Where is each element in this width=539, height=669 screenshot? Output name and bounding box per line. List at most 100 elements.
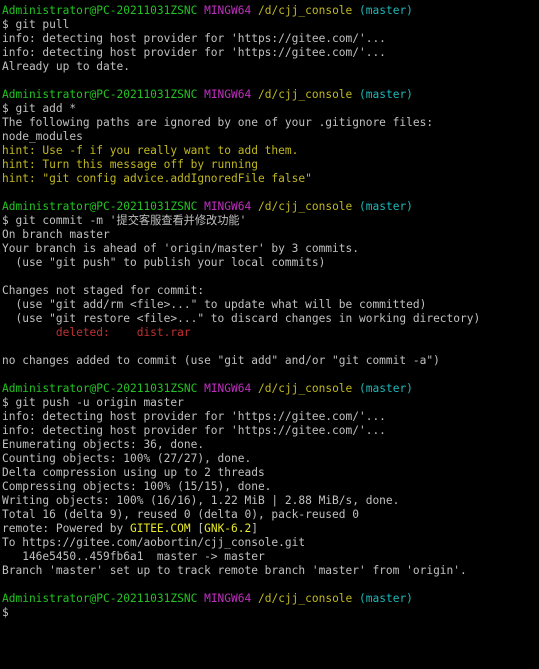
terminal-text-segment: hint: Turn this message off by running bbox=[2, 158, 258, 171]
terminal-line: Administrator@PC-20211031ZSNC MINGW64 /d… bbox=[2, 88, 539, 102]
terminal-text-segment: (master) bbox=[359, 88, 413, 101]
terminal-text-segment: (master) bbox=[359, 200, 413, 213]
terminal-line: (use "git push" to publish your local co… bbox=[2, 256, 539, 270]
terminal-line: deleted: dist.rar bbox=[2, 326, 539, 340]
terminal-line: $ bbox=[2, 606, 539, 620]
terminal-line: Changes not staged for commit: bbox=[2, 284, 539, 298]
terminal-text-segment: $ git add * bbox=[2, 102, 77, 115]
terminal-text-segment: ] bbox=[251, 522, 258, 535]
terminal-text-segment: info: detecting host provider for 'https… bbox=[2, 410, 386, 423]
terminal-text-segment: GNK-6.2 bbox=[204, 522, 252, 535]
terminal-text-segment: /d/cjj_console bbox=[257, 382, 353, 395]
terminal-text-segment: Branch 'master' set up to track remote b… bbox=[2, 564, 467, 577]
terminal-text-segment: MINGW64 bbox=[204, 88, 252, 101]
terminal-text-segment: Total 16 (delta 9), reused 0 (delta 0), … bbox=[2, 508, 359, 521]
terminal-text-segment: Counting objects: 100% (27/27), done. bbox=[2, 452, 252, 465]
terminal-line: Compressing objects: 100% (15/15), done. bbox=[2, 480, 539, 494]
terminal-text-segment: Administrator@PC-20211031ZSNC bbox=[2, 4, 198, 17]
terminal-text-segment: /d/cjj_console bbox=[257, 592, 353, 605]
terminal-text-segment: Administrator@PC-20211031ZSNC bbox=[2, 200, 198, 213]
terminal-text-segment: $ git push -u origin master bbox=[2, 396, 184, 409]
terminal-text-segment: info: detecting host provider for 'https… bbox=[2, 32, 386, 45]
terminal-text-segment: MINGW64 bbox=[204, 592, 252, 605]
terminal-line: (use "git add/rm <file>..." to update wh… bbox=[2, 298, 539, 312]
terminal-text-segment: /d/cjj_console bbox=[257, 88, 353, 101]
terminal-text-segment: 146e5450..459fb6a1 master -> master bbox=[2, 550, 265, 563]
terminal-line: info: detecting host provider for 'https… bbox=[2, 424, 539, 438]
terminal-text-segment: deleted: dist.rar bbox=[2, 326, 191, 339]
terminal-line: Administrator@PC-20211031ZSNC MINGW64 /d… bbox=[2, 200, 539, 214]
terminal-text-segment: /d/cjj_console bbox=[257, 200, 353, 213]
terminal-line: $ git commit -m '提交客服查看并修改功能' bbox=[2, 214, 539, 228]
terminal-text-segment: Your branch is ahead of 'origin/master' … bbox=[2, 242, 359, 255]
terminal-line: node_modules bbox=[2, 130, 539, 144]
terminal-text-segment: Writing objects: 100% (16/16), 1.22 MiB … bbox=[2, 494, 400, 507]
terminal-text-segment: /d/cjj_console bbox=[257, 4, 353, 17]
terminal-line: info: detecting host provider for 'https… bbox=[2, 32, 539, 46]
terminal-text-segment: no changes added to commit (use "git add… bbox=[2, 354, 440, 367]
terminal-line: Branch 'master' set up to track remote b… bbox=[2, 564, 539, 578]
terminal-line: hint: Turn this message off by running bbox=[2, 158, 539, 172]
terminal-text-segment: (master) bbox=[359, 382, 413, 395]
terminal-text-segment: On branch master bbox=[2, 228, 110, 241]
terminal-line: info: detecting host provider for 'https… bbox=[2, 46, 539, 60]
terminal-line: $ git pull bbox=[2, 18, 539, 32]
terminal-line: 146e5450..459fb6a1 master -> master bbox=[2, 550, 539, 564]
terminal-line: To https://gitee.com/aobortin/cjj_consol… bbox=[2, 536, 539, 550]
terminal-line: info: detecting host provider for 'https… bbox=[2, 410, 539, 424]
terminal-line: The following paths are ignored by one o… bbox=[2, 116, 539, 130]
terminal-line: Administrator@PC-20211031ZSNC MINGW64 /d… bbox=[2, 4, 539, 18]
terminal-text-segment: $ git commit -m '提交客服查看并修改功能' bbox=[2, 214, 247, 227]
terminal-line: no changes added to commit (use "git add… bbox=[2, 354, 539, 368]
terminal-line: remote: Powered by GITEE.COM [GNK-6.2] bbox=[2, 522, 539, 536]
terminal-text-segment: To https://gitee.com/aobortin/cjj_consol… bbox=[2, 536, 306, 549]
terminal-text-segment: (use "git push" to publish your local co… bbox=[2, 256, 326, 269]
terminal-window[interactable]: Administrator@PC-20211031ZSNC MINGW64 /d… bbox=[0, 0, 539, 669]
terminal-text-segment: node_modules bbox=[2, 130, 83, 143]
terminal-text-segment: Changes not staged for commit: bbox=[2, 284, 205, 297]
terminal-line: Enumerating objects: 36, done. bbox=[2, 438, 539, 452]
terminal-text-segment: (use "git restore <file>..." to discard … bbox=[2, 312, 481, 325]
terminal-text-segment: [ bbox=[190, 522, 205, 535]
terminal-line: hint: Use -f if you really want to add t… bbox=[2, 144, 539, 158]
terminal-text-segment: Enumerating objects: 36, done. bbox=[2, 438, 205, 451]
terminal-line: Your branch is ahead of 'origin/master' … bbox=[2, 242, 539, 256]
terminal-line: Administrator@PC-20211031ZSNC MINGW64 /d… bbox=[2, 592, 539, 606]
terminal-text-segment: info: detecting host provider for 'https… bbox=[2, 46, 386, 59]
terminal-line: (use "git restore <file>..." to discard … bbox=[2, 312, 539, 326]
terminal-text-segment: Administrator@PC-20211031ZSNC bbox=[2, 88, 198, 101]
terminal-text-segment: Administrator@PC-20211031ZSNC bbox=[2, 592, 198, 605]
terminal-text-segment: MINGW64 bbox=[204, 200, 252, 213]
terminal-line: Total 16 (delta 9), reused 0 (delta 0), … bbox=[2, 508, 539, 522]
terminal-line: Writing objects: 100% (16/16), 1.22 MiB … bbox=[2, 494, 539, 508]
terminal-line: Counting objects: 100% (27/27), done. bbox=[2, 452, 539, 466]
terminal-text-segment: hint: "git config advice.addIgnoredFile … bbox=[2, 172, 312, 185]
terminal-text-segment: MINGW64 bbox=[204, 382, 252, 395]
terminal-text-segment: The following paths are ignored by one o… bbox=[2, 116, 434, 129]
terminal-text-segment: Administrator@PC-20211031ZSNC bbox=[2, 382, 198, 395]
terminal-line: hint: "git config advice.addIgnoredFile … bbox=[2, 172, 539, 186]
terminal-text-segment: (use "git add/rm <file>..." to update wh… bbox=[2, 298, 427, 311]
terminal-line: Already up to date. bbox=[2, 60, 539, 74]
terminal-text-segment: remote: Powered by bbox=[2, 522, 130, 535]
terminal-text-segment: hint: Use -f if you really want to add t… bbox=[2, 144, 299, 157]
terminal-text-segment: MINGW64 bbox=[204, 4, 252, 17]
terminal-line: On branch master bbox=[2, 228, 539, 242]
terminal-text-segment: info: detecting host provider for 'https… bbox=[2, 424, 386, 437]
terminal-line: $ git push -u origin master bbox=[2, 396, 539, 410]
terminal-text-segment: Compressing objects: 100% (15/15), done. bbox=[2, 480, 272, 493]
terminal-text-segment: GITEE.COM bbox=[129, 522, 191, 535]
terminal-text-segment: $ bbox=[2, 606, 16, 619]
terminal-line: $ git add * bbox=[2, 102, 539, 116]
terminal-line: Administrator@PC-20211031ZSNC MINGW64 /d… bbox=[2, 382, 539, 396]
